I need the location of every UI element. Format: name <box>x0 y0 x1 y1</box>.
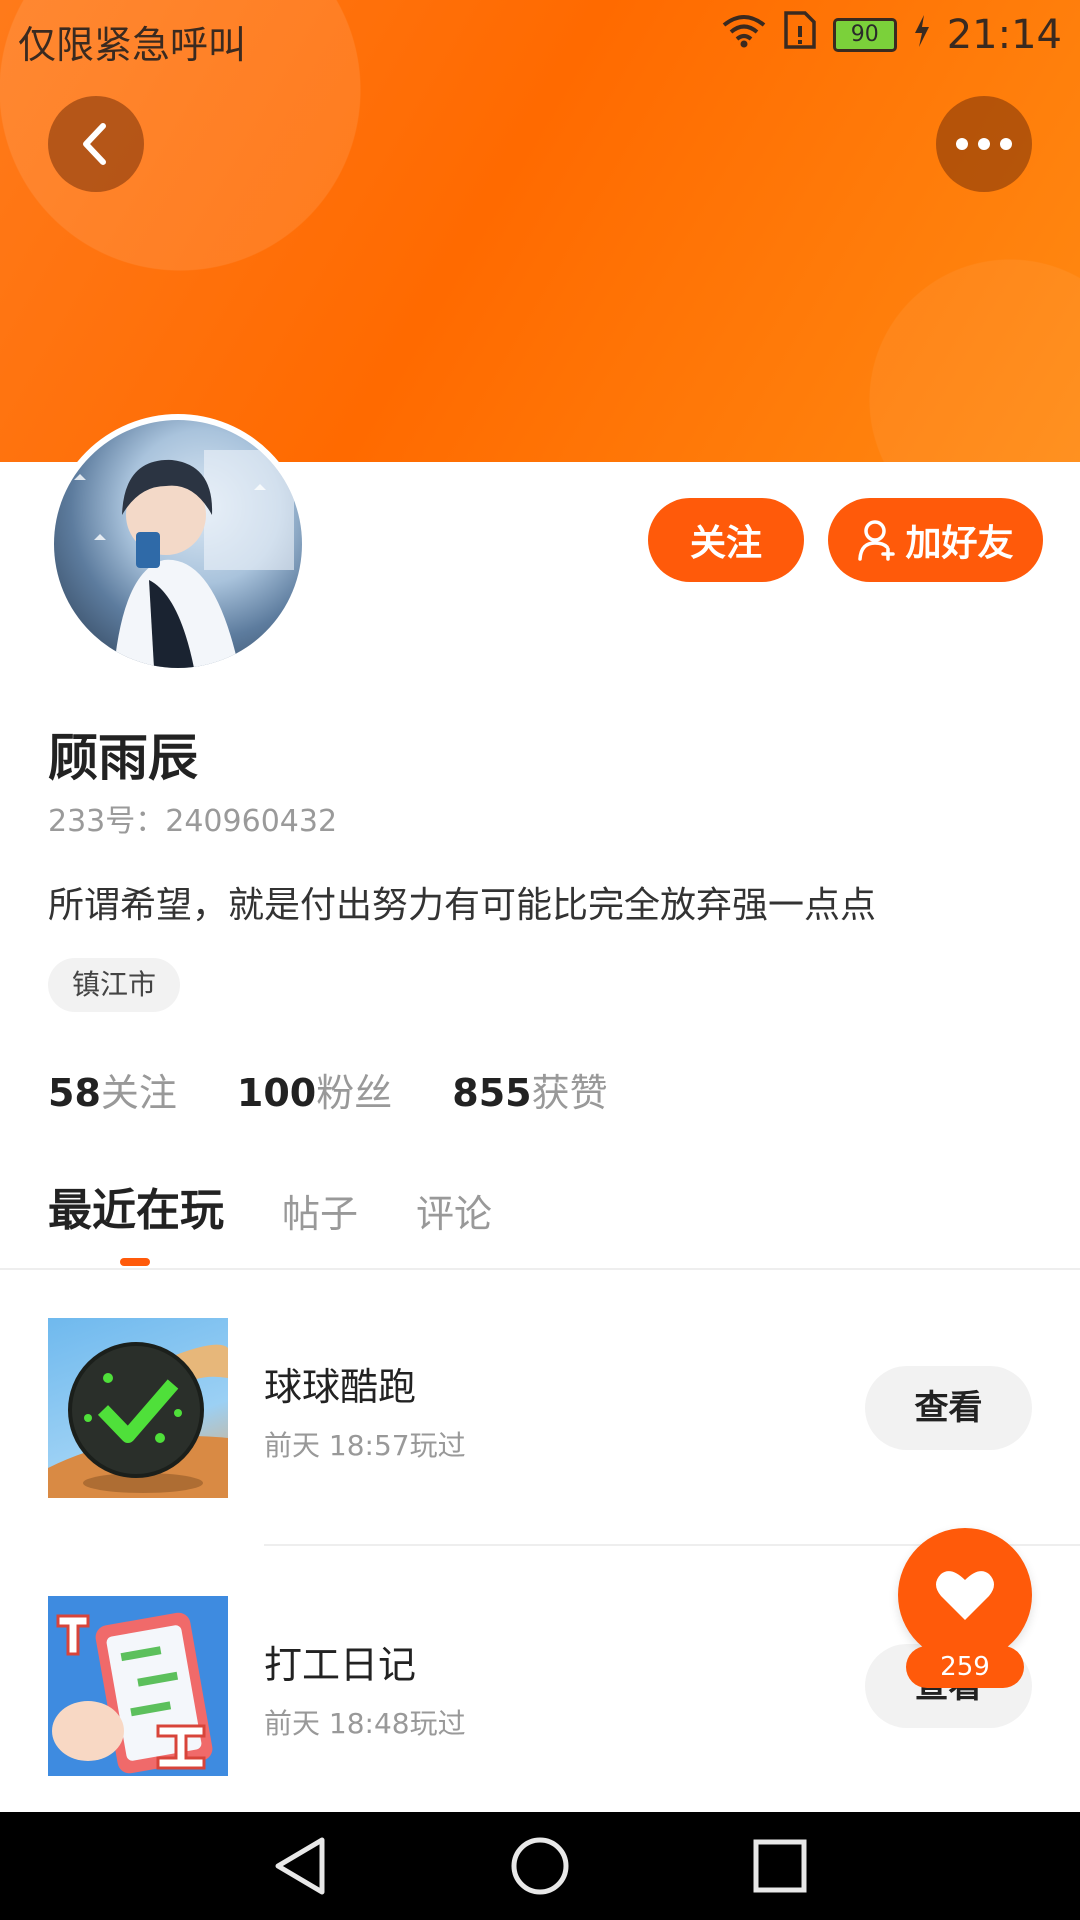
stat-label: 粉丝 <box>316 1071 393 1115</box>
battery-icon: 90 <box>832 17 897 52</box>
location-tag: 镇江市 <box>48 958 181 1012</box>
stat-label: 获赞 <box>531 1071 608 1115</box>
divider <box>0 1268 1080 1270</box>
tab-active-indicator <box>120 1258 150 1266</box>
tab-comments[interactable]: 评论 <box>416 1183 492 1238</box>
tab-recently-played[interactable]: 最近在玩 <box>48 1174 224 1266</box>
nav-home-icon[interactable] <box>510 1836 570 1896</box>
game-icon-ball-run <box>48 1318 228 1498</box>
avatar[interactable] <box>48 414 308 674</box>
game-title: 打工日记 <box>264 1643 417 1687</box>
sim-icon <box>783 10 817 59</box>
stat-likes[interactable]: 855获赞 <box>452 1062 607 1117</box>
more-dots-icon <box>956 138 1012 150</box>
stat-following[interactable]: 58关注 <box>48 1062 177 1117</box>
nav-back-icon[interactable] <box>272 1836 328 1896</box>
list-item[interactable]: 球球酷跑 前天 18:57玩过 查看 <box>0 1318 1080 1508</box>
add-friend-label: 加好友 <box>905 523 1014 564</box>
add-friend-button[interactable]: 加好友 <box>828 498 1043 582</box>
tab-label: 最近在玩 <box>48 1185 224 1236</box>
view-button[interactable]: 查看 <box>865 1366 1032 1450</box>
avatar-image <box>54 420 302 668</box>
game-played-time: 前天 18:57玩过 <box>264 1429 466 1462</box>
system-nav-bar <box>0 1812 1080 1920</box>
like-button[interactable] <box>898 1528 1032 1662</box>
user-id: 233号：240960432 <box>48 804 338 839</box>
add-user-icon <box>858 520 896 561</box>
stat-number: 58 <box>48 1071 101 1115</box>
profile-tabs: 最近在玩 帖子 评论 <box>48 1174 550 1266</box>
wifi-icon <box>721 12 767 57</box>
game-title: 球球酷跑 <box>264 1365 417 1409</box>
more-options-button[interactable] <box>936 96 1032 192</box>
status-icons: 90 21:14 <box>721 10 1062 59</box>
clock-time: 21:14 <box>946 11 1062 58</box>
user-name: 顾雨辰 <box>48 729 198 787</box>
carrier-text: 仅限紧急呼叫 <box>18 23 247 67</box>
back-button[interactable] <box>48 96 144 192</box>
stats-row: 58关注 100粉丝 855获赞 <box>48 1062 668 1117</box>
like-count-badge: 259 <box>906 1646 1024 1688</box>
tab-posts[interactable]: 帖子 <box>282 1183 358 1238</box>
game-played-time: 前天 18:48玩过 <box>264 1707 466 1740</box>
status-bar: 仅限紧急呼叫 90 21:14 <box>0 0 1080 74</box>
stat-label: 关注 <box>100 1071 177 1115</box>
chevron-left-icon <box>83 123 106 165</box>
heart-icon <box>936 1571 994 1620</box>
stat-followers[interactable]: 100粉丝 <box>237 1062 392 1117</box>
stat-number: 100 <box>236 1071 317 1115</box>
user-bio: 所谓希望，就是付出努力有可能比完全放弃强一点点 <box>48 885 877 926</box>
game-icon-work-diary <box>48 1596 228 1776</box>
charging-icon <box>913 13 931 57</box>
nav-recents-icon[interactable] <box>752 1838 808 1894</box>
follow-button[interactable]: 关注 <box>648 498 804 582</box>
stat-number: 855 <box>452 1071 532 1115</box>
